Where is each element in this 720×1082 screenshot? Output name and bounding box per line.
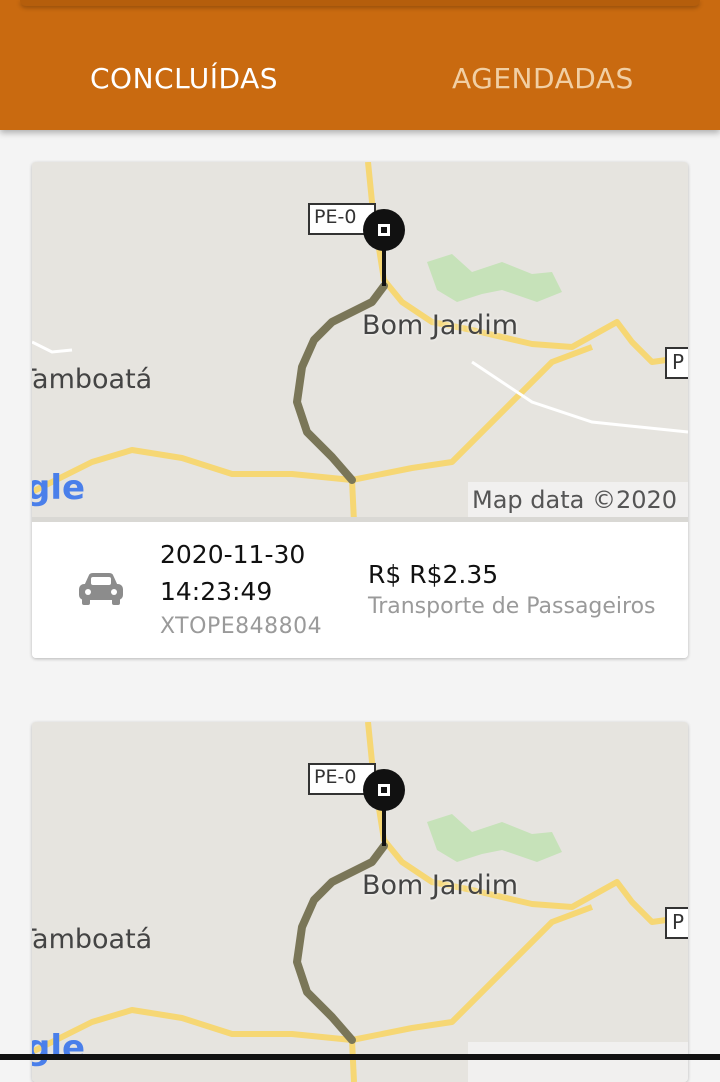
google-logo-text: gle — [32, 468, 86, 508]
app-bar: CONCLUÍDAS AGENDADAS — [0, 0, 720, 130]
road-label: PE-0 — [314, 766, 357, 788]
route-map: PE-0 Bom Jardim Tamboatá P gle — [32, 722, 688, 1082]
ride-date: 2020-11-30 — [160, 540, 306, 569]
ride-price: R$ R$2.35 — [368, 560, 499, 589]
ride-card[interactable]: PE-0 Bom Jardim Tamboatá P gle — [32, 722, 688, 1082]
map-svg — [32, 722, 688, 1082]
ride-id: XTOPE848804 — [160, 614, 323, 639]
tab-scheduled[interactable]: AGENDADAS — [452, 62, 634, 95]
google-logo-text: gle — [32, 1028, 86, 1068]
screen-bottom-edge — [0, 1054, 720, 1060]
town-label: Bom Jardim — [362, 310, 519, 341]
tab-completed[interactable]: CONCLUÍDAS — [90, 62, 278, 95]
map-svg — [32, 162, 688, 522]
area-label: Tamboatá — [32, 924, 153, 955]
right-road-label: P — [672, 910, 685, 934]
road-label: PE-0 — [314, 206, 357, 228]
ride-details: 2020-11-30 14:23:49 XTOPE848804 R$ R$2.3… — [32, 522, 688, 658]
google-logo: gle — [32, 1028, 85, 1068]
map-attribution: Map data ©2020 — [472, 486, 678, 514]
google-logo: gle — [32, 468, 85, 508]
town-label: Bom Jardim — [362, 870, 519, 901]
ride-card[interactable]: PE-0 Bom Jardim Tamboatá P gle Map data … — [32, 162, 688, 658]
ride-time: 14:23:49 — [160, 577, 273, 606]
ride-category: Transporte de Passageiros — [368, 594, 656, 619]
right-road-label: P — [672, 350, 685, 374]
route-map: PE-0 Bom Jardim Tamboatá P gle Map data … — [32, 162, 688, 522]
app-bar-top-edge — [20, 0, 700, 6]
car-icon — [76, 570, 126, 612]
area-label: Tamboatá — [32, 364, 153, 395]
